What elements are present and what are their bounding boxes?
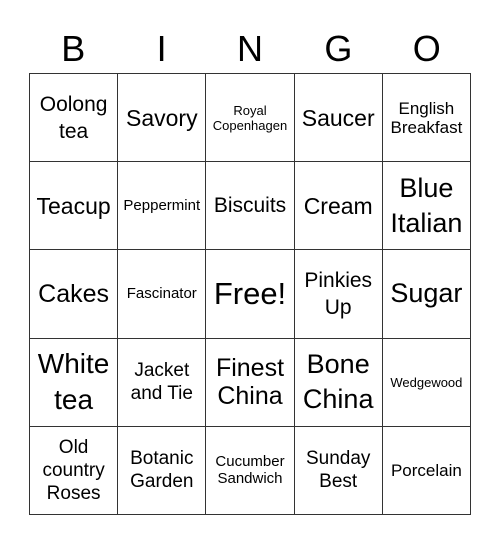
bingo-cell[interactable]: Teacup xyxy=(30,162,119,251)
bingo-cell[interactable]: Blue Italian xyxy=(382,162,471,251)
bingo-cell[interactable]: English Breakfast xyxy=(382,74,471,163)
bingo-cell[interactable]: Peppermint xyxy=(118,162,207,251)
cell-text: Oolong tea xyxy=(39,92,108,143)
bingo-cell[interactable]: Royal Copenhagen xyxy=(206,74,295,163)
cell-text: Blue Italian xyxy=(390,172,463,238)
bingo-cell[interactable]: Finest China xyxy=(206,338,295,427)
header-letter-i: I xyxy=(156,28,167,69)
cell-text: Jacket and Tie xyxy=(130,360,193,405)
cell-text: White tea xyxy=(37,348,110,416)
cell-text: Saucer xyxy=(301,104,375,131)
cell-text: Pinkies Up xyxy=(304,268,373,319)
cell-text: Wedgewood xyxy=(390,374,463,390)
bingo-cell[interactable]: Cakes xyxy=(30,250,119,339)
cell-text: Fascinator xyxy=(126,285,197,303)
cell-text: Porcelain xyxy=(390,460,462,480)
cell-text: Cream xyxy=(303,192,373,219)
bingo-cell[interactable]: Porcelain xyxy=(382,426,471,515)
cell-text: Cucumber Sandwich xyxy=(215,453,285,488)
bingo-grid: Oolong tea Savory Royal Copenhagen Sauce… xyxy=(29,73,471,515)
cell-text: Old country Roses xyxy=(42,436,105,504)
cell-text: Botanic Garden xyxy=(130,448,194,493)
cell-text: Biscuits xyxy=(213,194,287,218)
cell-text: Sunday Best xyxy=(305,448,371,493)
header-letter-b: B xyxy=(61,28,86,69)
bingo-cell[interactable]: Fascinator xyxy=(118,250,207,339)
header-letter-n: N xyxy=(236,28,263,69)
bingo-cell[interactable]: White tea xyxy=(30,338,119,427)
bingo-cell[interactable]: Oolong tea xyxy=(30,74,119,163)
bingo-header: B I N G O xyxy=(29,26,471,72)
cell-text: Sugar xyxy=(390,278,463,309)
bingo-cell[interactable]: Saucer xyxy=(294,74,383,163)
cell-text: Royal Copenhagen xyxy=(212,102,288,133)
cell-text: English Breakfast xyxy=(390,98,463,137)
bingo-cell[interactable]: Jacket and Tie xyxy=(118,338,207,427)
bingo-cell[interactable]: Pinkies Up xyxy=(294,250,383,339)
cell-text: Teacup xyxy=(36,192,111,219)
header-letter-g: G xyxy=(324,28,353,69)
cell-text: Cakes xyxy=(38,279,110,308)
cell-text: Savory xyxy=(125,104,198,131)
bingo-cell[interactable]: Wedgewood xyxy=(382,338,471,427)
cell-text: Free! xyxy=(213,275,287,311)
header-letter-o: O xyxy=(412,28,441,69)
bingo-cell[interactable]: Sugar xyxy=(382,250,471,339)
cell-text: Bone China xyxy=(302,349,374,415)
cell-text: Finest China xyxy=(215,354,285,411)
cell-text: Peppermint xyxy=(123,197,201,215)
free-space-cell[interactable]: Free! xyxy=(206,250,295,339)
bingo-cell[interactable]: Old country Roses xyxy=(30,426,119,515)
bingo-cell[interactable]: Bone China xyxy=(294,338,383,427)
bingo-cell[interactable]: Sunday Best xyxy=(294,426,383,515)
bingo-cell[interactable]: Cream xyxy=(294,162,383,251)
bingo-cell[interactable]: Biscuits xyxy=(206,162,295,251)
bingo-cell[interactable]: Savory xyxy=(118,74,207,163)
bingo-cell[interactable]: Botanic Garden xyxy=(118,426,207,515)
bingo-cell[interactable]: Cucumber Sandwich xyxy=(206,426,295,515)
